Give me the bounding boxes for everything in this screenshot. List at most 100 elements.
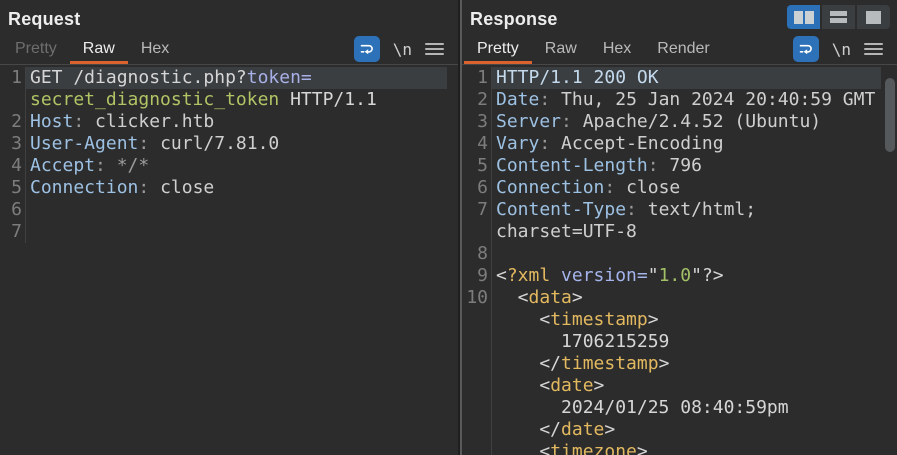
- tab-response-raw[interactable]: Raw: [532, 34, 590, 64]
- hamburger-menu-icon[interactable]: [864, 43, 883, 55]
- code-segment: HTTP/1.1: [279, 89, 377, 110]
- message-editor-split: Request Pretty Raw Hex \n: [0, 0, 897, 455]
- code-segment: <: [496, 287, 529, 308]
- code-line: 5Connection: close: [0, 177, 458, 199]
- word-wrap-icon: [359, 41, 375, 57]
- line-number: 8: [462, 243, 492, 265]
- show-newlines-button[interactable]: \n: [393, 40, 412, 59]
- line-number: 6: [462, 177, 492, 199]
- code-text: <?xml version="1.0"?>: [492, 265, 881, 287]
- code-segment: <: [496, 265, 507, 286]
- code-text: Content-Type: text/html;: [492, 199, 881, 221]
- layout-single-button[interactable]: [857, 5, 890, 29]
- word-wrap-button[interactable]: [793, 36, 819, 62]
- line-number: 9: [462, 265, 492, 287]
- request-toolbar: \n: [354, 34, 446, 64]
- code-line: 2Date: Thu, 25 Jan 2024 20:40:59 GMT: [462, 89, 897, 111]
- response-toolbar: \n: [793, 34, 885, 64]
- code-segment: timestamp: [550, 309, 648, 330]
- response-editor[interactable]: 1HTTP/1.1 200 OK2Date: Thu, 25 Jan 2024 …: [462, 65, 897, 455]
- layout-rows-button[interactable]: [822, 5, 855, 29]
- code-line: charset=UTF-8: [462, 221, 897, 243]
- code-segment: :: [138, 177, 160, 198]
- request-tabbar: Pretty Raw Hex \n: [0, 34, 458, 65]
- code-line: 4Vary: Accept-Encoding: [462, 133, 897, 155]
- code-segment: >: [659, 353, 670, 374]
- code-segment: Vary: [496, 133, 539, 154]
- code-segment: Content-Length: [496, 155, 648, 176]
- code-text: Server: Apache/2.4.52 (Ubuntu): [492, 111, 881, 133]
- line-number: 7: [0, 221, 26, 243]
- show-newlines-button[interactable]: \n: [832, 40, 851, 59]
- code-segment: ": [648, 265, 659, 286]
- code-segment: :: [626, 199, 648, 220]
- code-segment: charset=UTF-8: [496, 221, 637, 242]
- line-number: [462, 353, 492, 375]
- code-text: [26, 221, 447, 243]
- layout-switcher: [787, 5, 890, 29]
- code-segment: close: [626, 177, 680, 198]
- line-number: [0, 89, 26, 111]
- line-number: 1: [462, 67, 492, 89]
- line-number: 2: [462, 89, 492, 111]
- code-segment: clicker.htb: [95, 111, 214, 132]
- code-segment: text/html;: [648, 199, 756, 220]
- code-segment: Connection: [30, 177, 138, 198]
- code-line: 5Content-Length: 796: [462, 155, 897, 177]
- code-text: secret_diagnostic_token HTTP/1.1: [26, 89, 447, 111]
- line-number: 7: [462, 199, 492, 221]
- tab-request-raw[interactable]: Raw: [70, 34, 128, 64]
- word-wrap-button[interactable]: [354, 36, 380, 62]
- code-segment: :: [604, 177, 626, 198]
- request-panel: Request Pretty Raw Hex \n: [0, 0, 458, 455]
- code-line: 8: [462, 243, 897, 265]
- line-number: 4: [0, 155, 26, 177]
- tab-response-pretty[interactable]: Pretty: [464, 34, 532, 64]
- code-segment: Server: [496, 111, 561, 132]
- code-segment: <: [496, 441, 550, 455]
- line-number: [462, 309, 492, 331]
- code-segment: Date: [496, 89, 539, 110]
- layout-columns-button[interactable]: [787, 5, 820, 29]
- tab-request-pretty[interactable]: Pretty: [2, 34, 70, 64]
- code-segment: 1.0: [659, 265, 692, 286]
- code-segment: "?>: [691, 265, 724, 286]
- tab-response-render[interactable]: Render: [644, 34, 722, 64]
- code-line: 7: [0, 221, 458, 243]
- tab-response-hex[interactable]: Hex: [590, 34, 644, 64]
- line-number: [462, 441, 492, 455]
- line-number: 3: [0, 133, 26, 155]
- code-text: </date>: [492, 419, 881, 441]
- tab-request-hex[interactable]: Hex: [128, 34, 182, 64]
- code-segment: <: [496, 375, 550, 396]
- code-line: 6Connection: close: [462, 177, 897, 199]
- rows-layout-icon: [830, 11, 847, 23]
- code-text: GET /diagnostic.php?token=: [26, 67, 447, 89]
- code-text: HTTP/1.1 200 OK: [492, 67, 881, 89]
- code-segment: Apache/2.4.52 (Ubuntu): [583, 111, 821, 132]
- code-text: [492, 243, 881, 265]
- code-segment: Accept-Encoding: [561, 133, 724, 154]
- code-text: </timestamp>: [492, 353, 881, 375]
- code-segment: >: [594, 375, 605, 396]
- line-number: 6: [0, 199, 26, 221]
- code-text: User-Agent: curl/7.81.0: [26, 133, 447, 155]
- hamburger-menu-icon[interactable]: [425, 43, 444, 55]
- request-editor[interactable]: 1GET /diagnostic.php?token=secret_diagno…: [0, 65, 458, 455]
- code-line: 6: [0, 199, 458, 221]
- code-line: secret_diagnostic_token HTTP/1.1: [0, 89, 458, 111]
- line-number: [462, 331, 492, 353]
- code-text: Connection: close: [26, 177, 447, 199]
- code-segment: data: [529, 287, 572, 308]
- code-line: 1GET /diagnostic.php?token=: [0, 67, 458, 89]
- code-segment: :: [539, 133, 561, 154]
- code-segment: :: [648, 155, 670, 176]
- response-panel: Response Pretty Raw Hex Render \n: [462, 0, 897, 455]
- code-text: <data>: [492, 287, 881, 309]
- scrollbar-thumb[interactable]: [885, 78, 895, 152]
- single-pane-icon: [866, 11, 881, 24]
- code-segment: >: [637, 441, 648, 455]
- code-segment: date: [550, 375, 593, 396]
- code-segment: ?xml: [507, 265, 550, 286]
- code-text: Connection: close: [492, 177, 881, 199]
